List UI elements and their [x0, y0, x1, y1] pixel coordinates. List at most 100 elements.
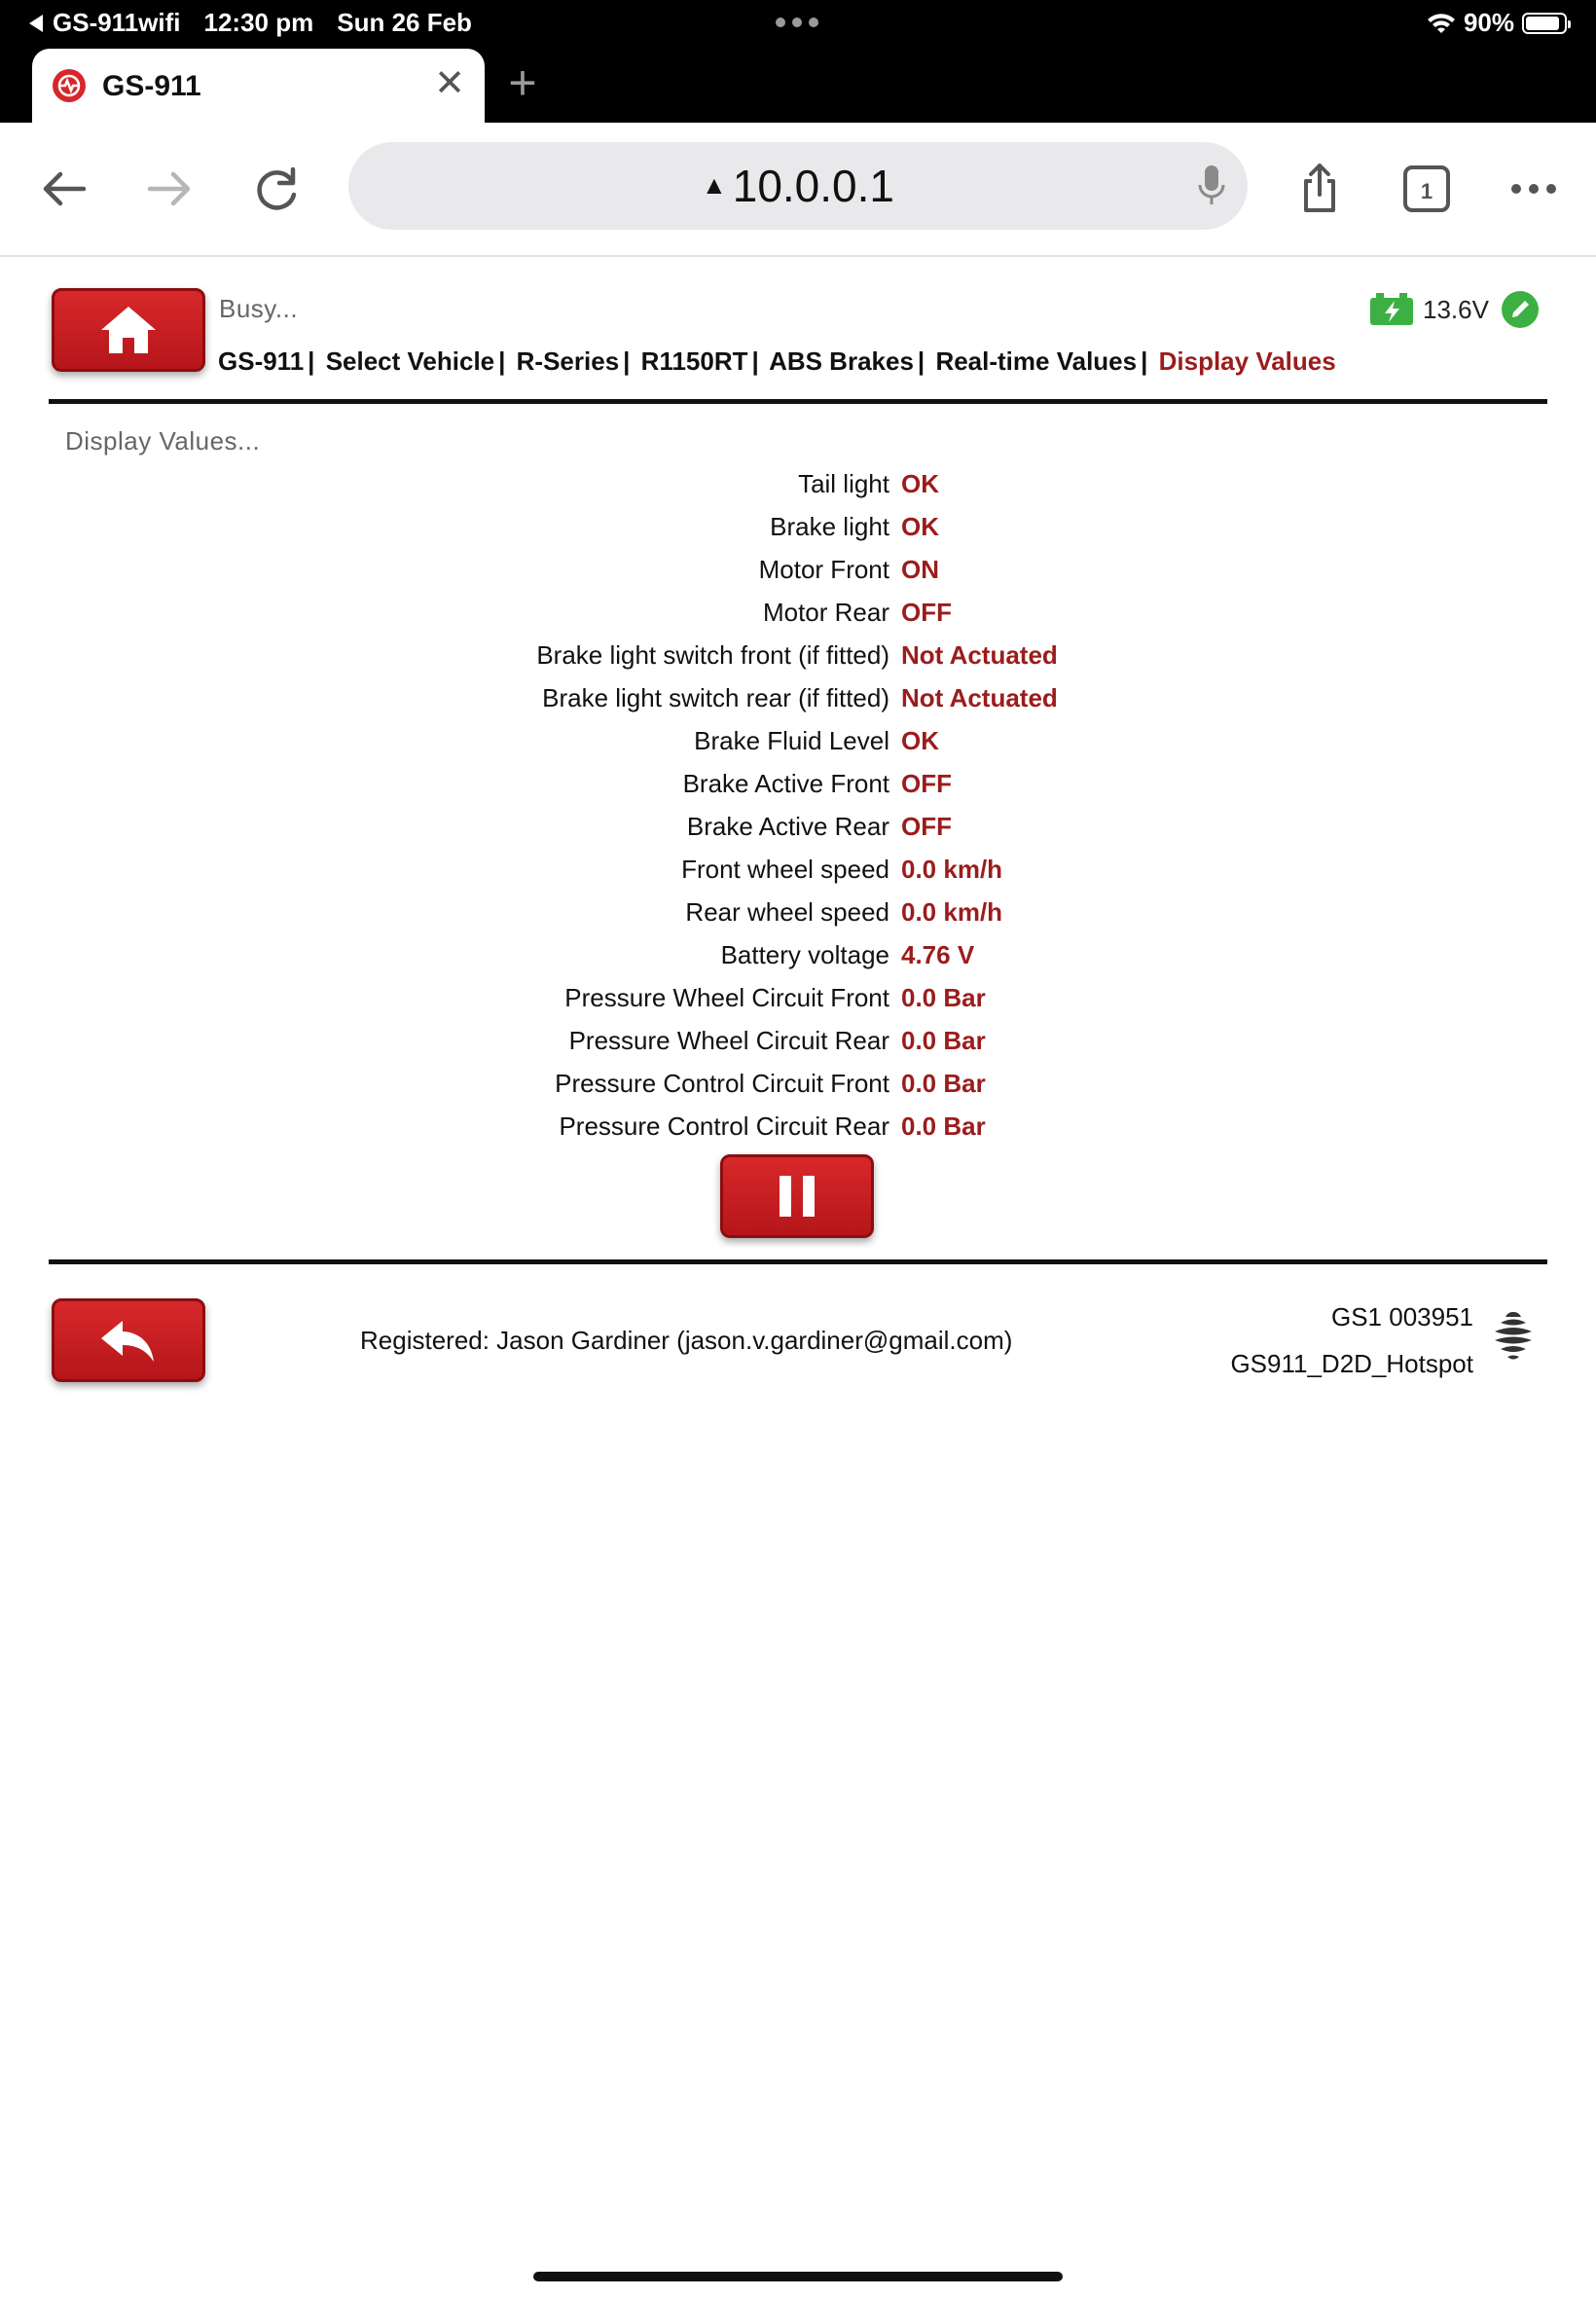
- battery-charging-icon: [1370, 293, 1413, 325]
- tabs-overview-icon[interactable]: 1: [1397, 160, 1456, 218]
- value-reading: 4.76 V: [901, 940, 975, 969]
- value-row: Pressure Control Circuit Front 0.0 Bar: [0, 1065, 1596, 1108]
- registration-info: Registered: Jason Gardiner (jason.v.gard…: [360, 1326, 1013, 1355]
- value-reading: 0.0 Bar: [901, 983, 986, 1012]
- crumb-separator: |: [751, 346, 759, 376]
- value-reading: 0.0 Bar: [901, 1026, 986, 1055]
- tab-title: GS-911: [102, 70, 201, 102]
- tabs-count: 1: [1421, 179, 1433, 203]
- share-icon[interactable]: [1290, 160, 1349, 218]
- value-label: Brake Active Rear: [686, 812, 889, 841]
- device-serial: GS1 003951: [1330, 1302, 1473, 1331]
- value-reading: OK: [901, 512, 939, 541]
- busy-status: Busy...: [219, 294, 299, 323]
- gs911-logo-icon: [53, 69, 86, 102]
- reload-icon[interactable]: [247, 160, 306, 218]
- crumb-separator: |: [1141, 346, 1148, 376]
- crumb-real-time-values[interactable]: Real-time Values: [935, 346, 1137, 376]
- arrow-right-icon[interactable]: [140, 160, 199, 218]
- value-reading: OFF: [901, 598, 952, 627]
- value-row: Brake Active Front OFF: [0, 765, 1596, 808]
- crumb-abs-brakes[interactable]: ABS Brakes: [769, 346, 914, 376]
- crumb-separator: |: [917, 346, 925, 376]
- hexcode-wifi-logo-icon: [1495, 1311, 1532, 1360]
- value-reading: Not Actuated: [901, 683, 1058, 712]
- value-row: Motor Front ON: [0, 551, 1596, 594]
- battery-percent: 90%: [1463, 8, 1514, 37]
- multitasking-dots-icon[interactable]: [776, 18, 818, 27]
- pause-button[interactable]: [720, 1154, 874, 1238]
- header-divider: [49, 399, 1547, 404]
- home-icon: [101, 307, 156, 353]
- value-label: Brake Active Front: [682, 769, 889, 798]
- pencil-check-icon[interactable]: [1501, 290, 1540, 329]
- value-reading: 0.0 km/h: [901, 897, 1003, 927]
- warning-triangle-icon: ▲: [702, 170, 727, 200]
- footer-divider: [49, 1259, 1547, 1264]
- value-row: Brake light switch rear (if fitted) Not A…: [0, 679, 1596, 722]
- value-label: Rear wheel speed: [685, 897, 889, 927]
- value-row: Pressure Wheel Circuit Rear 0.0 Bar: [0, 1022, 1596, 1065]
- home-indicator[interactable]: [533, 2272, 1063, 2281]
- value-label: Brake light switch rear (if fitted): [542, 683, 889, 712]
- crumb-r1150rt[interactable]: R1150RT: [641, 346, 748, 376]
- crumb-separator: |: [498, 346, 506, 376]
- more-dots-icon[interactable]: [1505, 160, 1563, 218]
- arrow-left-icon[interactable]: [35, 160, 93, 218]
- address-bar[interactable]: ▲ 10.0.0.1: [348, 142, 1248, 230]
- close-icon[interactable]: ✕: [430, 64, 469, 103]
- pause-icon: [780, 1176, 815, 1217]
- value-row: Front wheel speed 0.0 km/h: [0, 851, 1596, 893]
- crumb-separator: |: [308, 346, 315, 376]
- value-row: Brake Active Rear OFF: [0, 808, 1596, 851]
- value-row: Brake light switch front (if fitted) Not …: [0, 637, 1596, 679]
- value-row: Pressure Control Circuit Rear 0.0 Bar: [0, 1108, 1596, 1150]
- value-reading: 0.0 Bar: [901, 1112, 986, 1141]
- value-label: Brake light: [770, 512, 889, 541]
- value-reading: OK: [901, 726, 939, 755]
- value-label: Motor Front: [758, 555, 889, 584]
- tab-gs911[interactable]: GS-911 ✕: [32, 49, 485, 123]
- crumb-r-series[interactable]: R-Series: [517, 346, 620, 376]
- crumb-display-values: Display Values: [1158, 346, 1336, 376]
- value-reading: OFF: [901, 769, 952, 798]
- browser-top-bar: GS-911wifi 12:30 pm Sun 26 Feb 90% GS-91…: [0, 0, 1596, 123]
- network-name: GS911_D2D_Hotspot: [1230, 1349, 1473, 1378]
- back-button[interactable]: [52, 1298, 205, 1382]
- status-time: 12:30 pm: [203, 8, 314, 37]
- home-button[interactable]: [52, 288, 205, 372]
- microphone-icon[interactable]: [1197, 164, 1226, 208]
- value-label: Motor Rear: [762, 598, 889, 627]
- value-label: Brake Fluid Level: [694, 726, 889, 755]
- value-row: Motor Rear OFF: [0, 594, 1596, 637]
- value-reading: Not Actuated: [901, 640, 1058, 670]
- voltage-value: 13.6V: [1423, 294, 1489, 324]
- back-to-app-icon[interactable]: [29, 14, 43, 32]
- status-bar-left: GS-911wifi 12:30 pm Sun 26 Feb: [29, 8, 495, 38]
- plus-icon[interactable]: +: [498, 58, 547, 107]
- wifi-icon: [1427, 13, 1455, 33]
- value-reading: OK: [901, 469, 939, 498]
- value-label: Tail light: [798, 469, 889, 498]
- value-reading: ON: [901, 555, 939, 584]
- value-label: Front wheel speed: [681, 855, 889, 884]
- value-reading: OFF: [901, 812, 952, 841]
- status-carrier[interactable]: GS-911wifi: [53, 8, 181, 38]
- value-row: Rear wheel speed 0.0 km/h: [0, 893, 1596, 936]
- status-date: Sun 26 Feb: [337, 8, 472, 37]
- status-bar-right: 90%: [1427, 8, 1571, 38]
- url-text[interactable]: ▲ 10.0.0.1: [348, 160, 1248, 212]
- value-row: Battery voltage 4.76 V: [0, 936, 1596, 979]
- battery-icon: [1522, 12, 1571, 34]
- values-table: Tail light OK Brake light OK Motor Front ON Mo…: [0, 465, 1596, 1150]
- url-value: 10.0.0.1: [732, 161, 894, 211]
- value-row: Tail light OK: [0, 465, 1596, 508]
- crumb-gs911[interactable]: GS-911: [218, 346, 304, 376]
- battery-fill: [1526, 16, 1560, 30]
- value-label: Pressure Wheel Circuit Front: [564, 983, 889, 1012]
- undo-arrow-icon: [101, 1321, 154, 1362]
- crumb-select-vehicle[interactable]: Select Vehicle: [326, 346, 494, 376]
- value-row: Pressure Wheel Circuit Front 0.0 Bar: [0, 979, 1596, 1022]
- value-reading: 0.0 km/h: [901, 855, 1003, 884]
- value-label: Brake light switch front (if fitted): [536, 640, 889, 670]
